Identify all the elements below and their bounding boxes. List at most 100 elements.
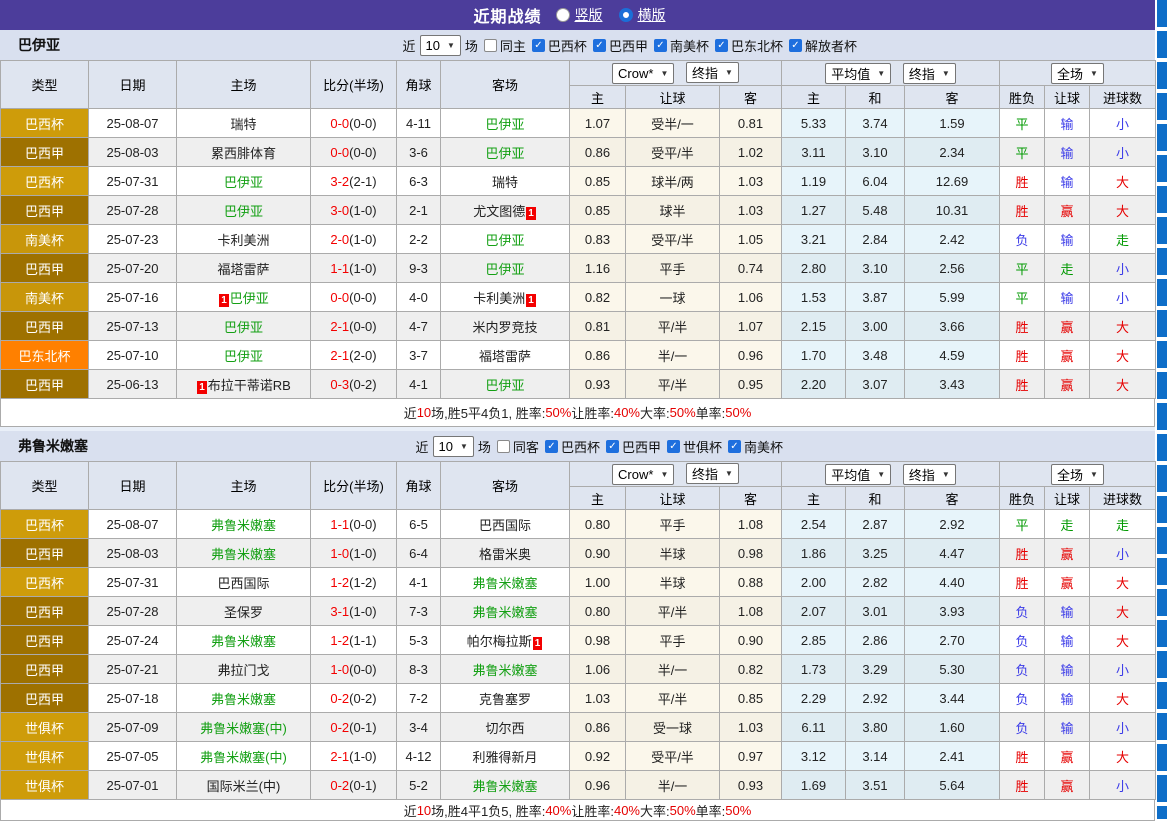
match-count-select[interactable]: 10 ▼ — [433, 436, 474, 457]
result-wdl-cell: 负 — [1000, 655, 1045, 684]
handicap-cell: 平手 — [626, 254, 720, 283]
match-count-select[interactable]: 10 ▼ — [420, 35, 461, 56]
final-index-select-2[interactable]: 终指▼ — [903, 63, 956, 84]
odds-home-cell: 0.86 — [570, 138, 626, 167]
red-card-badge: 1 — [526, 294, 536, 307]
league-checkbox-label[interactable]: 巴西杯 — [561, 437, 600, 456]
handicap-cell: 球半 — [626, 196, 720, 225]
league-checkbox[interactable]: ✓ — [728, 440, 741, 453]
bookmaker-select[interactable]: Crow*▼ — [612, 464, 674, 485]
col-avg-draw: 和 — [846, 86, 905, 109]
final-index-select[interactable]: 终指▼ — [686, 62, 739, 83]
same-venue-label[interactable]: 同主 — [500, 36, 526, 55]
handicap-cell: 受一球 — [626, 713, 720, 742]
away-team-name: 格雷米奥 — [479, 547, 531, 562]
league-checkbox[interactable]: ✓ — [606, 440, 619, 453]
vertical-layout-label[interactable]: 竖版 — [575, 5, 603, 25]
average-select[interactable]: 平均值▼ — [825, 464, 891, 485]
handicap-cell: 平/半 — [626, 312, 720, 341]
away-team-name: 巴伊亚 — [485, 233, 524, 248]
result-wdl-cell: 胜 — [1000, 370, 1045, 399]
summary-text: 让胜率: — [571, 801, 614, 820]
fulltime-score: 3-1 — [330, 604, 349, 619]
result-goals-cell: 大 — [1090, 626, 1156, 655]
league-checkbox-label[interactable]: 巴西甲 — [609, 36, 648, 55]
scope-select[interactable]: 全场▼ — [1051, 464, 1104, 485]
final-index-select[interactable]: 终指▼ — [686, 463, 739, 484]
avg-draw-cell: 3.80 — [846, 713, 905, 742]
result-goals-cell: 小 — [1090, 138, 1156, 167]
same-venue-checkbox[interactable] — [497, 440, 510, 453]
result-handicap-cell: 输 — [1045, 655, 1090, 684]
type-cell: 巴西甲 — [1, 539, 89, 568]
right-scroll-strip[interactable] — [1157, 0, 1167, 819]
corner-cell: 5-2 — [397, 771, 441, 800]
date-cell: 25-07-01 — [89, 771, 177, 800]
type-cell: 巴西甲 — [1, 254, 89, 283]
avg-home-cell: 2.15 — [782, 312, 846, 341]
col-crow-away: 客 — [720, 86, 782, 109]
final-index-select-2[interactable]: 终指▼ — [903, 464, 956, 485]
home-team-name: 弗拉门戈 — [217, 663, 269, 678]
avg-away-cell: 3.93 — [905, 597, 1000, 626]
league-checkbox[interactable]: ✓ — [715, 39, 728, 52]
summary-text: 让胜率: — [571, 403, 614, 422]
horizontal-layout-radio[interactable] — [619, 8, 633, 22]
league-checkbox-label[interactable]: 南美杯 — [670, 36, 709, 55]
result-wdl-cell: 负 — [1000, 597, 1045, 626]
league-checkbox[interactable]: ✓ — [593, 39, 606, 52]
scope-select[interactable]: 全场▼ — [1051, 63, 1104, 84]
league-checkbox[interactable]: ✓ — [667, 440, 680, 453]
avg-home-cell: 1.86 — [782, 539, 846, 568]
result-wdl-cell: 负 — [1000, 225, 1045, 254]
type-cell: 世俱杯 — [1, 713, 89, 742]
match-row: 巴西甲25-08-03弗鲁米嫩塞1-0(1-0)6-4格雷米奥0.90半球0.9… — [1, 539, 1156, 568]
avg-away-cell: 2.42 — [905, 225, 1000, 254]
league-checkbox-label[interactable]: 世俱杯 — [683, 437, 722, 456]
match-row: 南美杯25-07-161巴伊亚0-0(0-0)4-0卡利美洲10.82一球1.0… — [1, 283, 1156, 312]
away-team-cell: 巴伊亚 — [441, 138, 570, 167]
vertical-layout-radio[interactable] — [556, 8, 570, 22]
away-team-cell: 巴西国际 — [441, 510, 570, 539]
type-cell: 巴西杯 — [1, 167, 89, 196]
odds-away-cell: 1.03 — [720, 196, 782, 225]
odds-away-cell: 0.74 — [720, 254, 782, 283]
league-checkbox-label[interactable]: 解放者杯 — [805, 36, 857, 55]
home-team-name: 弗鲁米嫩塞 — [211, 518, 276, 533]
league-checkbox-label[interactable]: 巴西甲 — [622, 437, 661, 456]
date-cell: 25-07-31 — [89, 167, 177, 196]
col-avg-draw: 和 — [846, 487, 905, 510]
league-checkbox-label[interactable]: 巴东北杯 — [731, 36, 783, 55]
away-team-name: 巴伊亚 — [485, 117, 524, 132]
league-checkbox[interactable]: ✓ — [789, 39, 802, 52]
league-checkbox[interactable]: ✓ — [654, 39, 667, 52]
same-venue-checkbox[interactable] — [484, 39, 497, 52]
type-cell: 巴西杯 — [1, 109, 89, 138]
avg-home-cell: 2.29 — [782, 684, 846, 713]
scope-select-group: 全场▼ — [1000, 61, 1156, 86]
league-checkbox[interactable]: ✓ — [545, 440, 558, 453]
avg-draw-cell: 3.87 — [846, 283, 905, 312]
result-wdl-cell: 平 — [1000, 138, 1045, 167]
horizontal-layout-label[interactable]: 横版 — [638, 5, 666, 25]
handicap-cell: 一球 — [626, 283, 720, 312]
odds-home-cell: 1.16 — [570, 254, 626, 283]
halftime-score: (1-0) — [349, 546, 376, 561]
odds-away-cell: 1.03 — [720, 167, 782, 196]
col-header-away: 客场 — [441, 462, 570, 510]
average-select[interactable]: 平均值▼ — [825, 63, 891, 84]
corner-cell: 4-11 — [397, 109, 441, 138]
match-row: 巴西甲25-07-18弗鲁米嫩塞0-2(0-2)7-2克鲁塞罗1.03平/半0.… — [1, 684, 1156, 713]
odds-home-cell: 0.80 — [570, 510, 626, 539]
match-row: 巴西甲25-08-03累西腓体育0-0(0-0)3-6巴伊亚0.86受平/半1.… — [1, 138, 1156, 167]
col-header-corner: 角球 — [397, 462, 441, 510]
handicap-cell: 受半/一 — [626, 109, 720, 138]
same-venue-label[interactable]: 同客 — [513, 437, 539, 456]
league-checkbox-label[interactable]: 巴西杯 — [548, 36, 587, 55]
league-checkbox-label[interactable]: 南美杯 — [744, 437, 783, 456]
avg-away-cell: 12.69 — [905, 167, 1000, 196]
league-checkbox[interactable]: ✓ — [532, 39, 545, 52]
result-wdl-cell: 负 — [1000, 626, 1045, 655]
home-team-cell: 弗鲁米嫩塞(中) — [177, 713, 311, 742]
bookmaker-select[interactable]: Crow*▼ — [612, 63, 674, 84]
